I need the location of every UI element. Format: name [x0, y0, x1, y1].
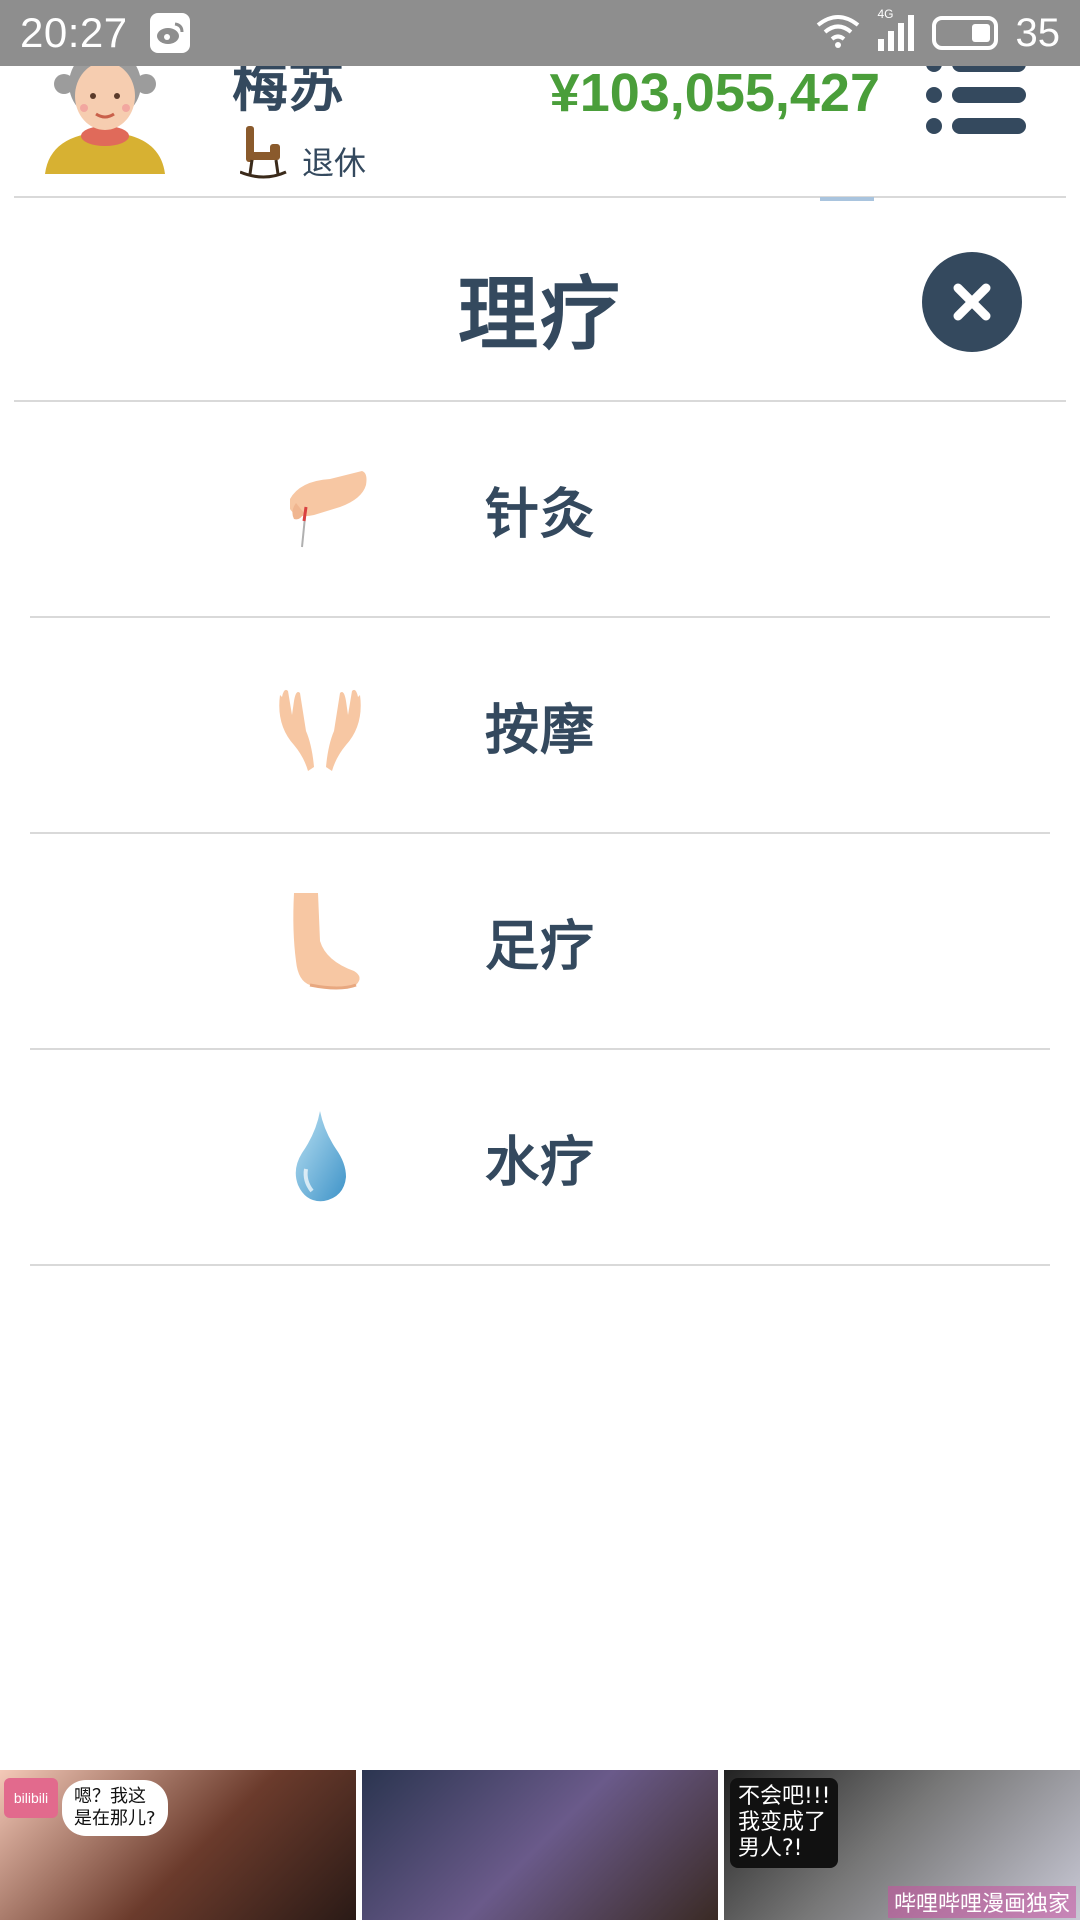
- foot-icon: [270, 891, 370, 991]
- bilibili-logo: bilibili: [4, 1778, 58, 1818]
- option-foot-therapy[interactable]: 足疗: [30, 834, 1050, 1050]
- close-button[interactable]: [922, 252, 1022, 352]
- option-acupuncture[interactable]: 针灸: [30, 402, 1050, 618]
- battery-level: 35: [1015, 10, 1061, 55]
- network-type-label: 4G: [877, 7, 894, 21]
- status-label: 退休: [302, 144, 367, 182]
- panel-title: 理疗: [458, 268, 622, 361]
- header-accent-mark: [820, 197, 874, 201]
- header-divider: [14, 196, 1066, 198]
- cellular-signal-icon: 4G: [877, 7, 914, 51]
- ad-banner[interactable]: bilibili 嗯？我这 是在那儿? 不会吧!!! 我变成了 男人?! 哔哩哔…: [0, 1770, 1080, 1920]
- wifi-icon: [816, 13, 860, 53]
- weibo-notification-icon: [149, 13, 190, 53]
- ad-panel[interactable]: [362, 1770, 718, 1920]
- status-bar: 20:27 4G 35: [0, 0, 1080, 66]
- user-status: 退休: [239, 122, 367, 186]
- massage-hands-icon: [270, 675, 370, 775]
- option-massage[interactable]: 按摩: [30, 618, 1050, 834]
- therapy-option-list: 针灸 按摩 足疗 水疗: [30, 402, 1050, 1266]
- status-time: 20:27: [20, 9, 128, 56]
- close-icon: [953, 283, 991, 321]
- rocking-chair-icon: [239, 122, 288, 186]
- acupuncture-hand-icon: [270, 459, 370, 559]
- option-hydrotherapy[interactable]: 水疗: [30, 1050, 1050, 1266]
- speech-bubble: 嗯？我这 是在那儿?: [62, 1780, 168, 1836]
- speech-bubble: 不会吧!!! 我变成了 男人?!: [730, 1778, 839, 1868]
- water-drop-icon: [270, 1107, 370, 1207]
- ad-panel[interactable]: 不会吧!!! 我变成了 男人?! 哔哩哔哩漫画独家: [724, 1770, 1080, 1920]
- ad-panel[interactable]: bilibili 嗯？我这 是在那儿?: [0, 1770, 356, 1920]
- option-label: 水疗: [485, 1130, 595, 1194]
- option-label: 针灸: [485, 482, 595, 546]
- ad-caption: 哔哩哔哩漫画独家: [887, 1886, 1076, 1918]
- option-label: 足疗: [485, 914, 595, 978]
- money-balance: ¥103,055,427: [549, 63, 880, 123]
- battery-icon: [931, 16, 998, 50]
- option-label: 按摩: [485, 698, 595, 762]
